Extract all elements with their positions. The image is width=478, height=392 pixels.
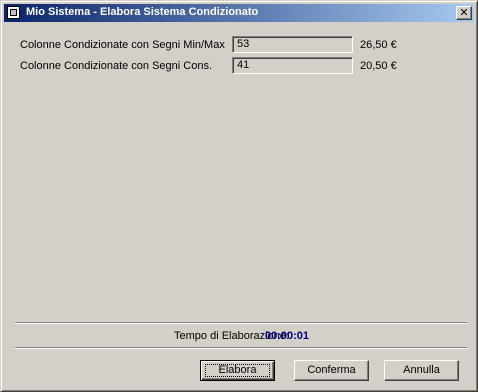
conferma-button[interactable]: Conferma: [294, 360, 369, 381]
label-min-max: Colonne Condizionate con Segni Min/Max: [20, 39, 225, 51]
app-icon: [7, 6, 20, 19]
label-cons: Colonne Condizionate con Segni Cons.: [20, 60, 213, 72]
title-bar[interactable]: Mio Sistema - Elabora Sistema Condiziona…: [4, 4, 474, 22]
dialog-window: Mio Sistema - Elabora Sistema Condiziona…: [0, 0, 478, 392]
separator-bottom: [15, 347, 467, 349]
elabora-button[interactable]: Elabora: [200, 360, 275, 381]
window-title: Mio Sistema - Elabora Sistema Condiziona…: [26, 6, 259, 18]
close-icon: ✕: [459, 6, 469, 19]
min-max-count-field: 53: [232, 36, 353, 53]
price-cons: 20,50 €: [360, 60, 397, 72]
close-button[interactable]: ✕: [456, 6, 472, 20]
annulla-button[interactable]: Annulla: [384, 360, 459, 381]
separator-top: [15, 322, 467, 324]
cons-count-field: 41: [232, 57, 353, 74]
elapsed-time-value: 00:00:01: [265, 330, 310, 342]
price-min-max: 26,50 €: [360, 39, 397, 51]
